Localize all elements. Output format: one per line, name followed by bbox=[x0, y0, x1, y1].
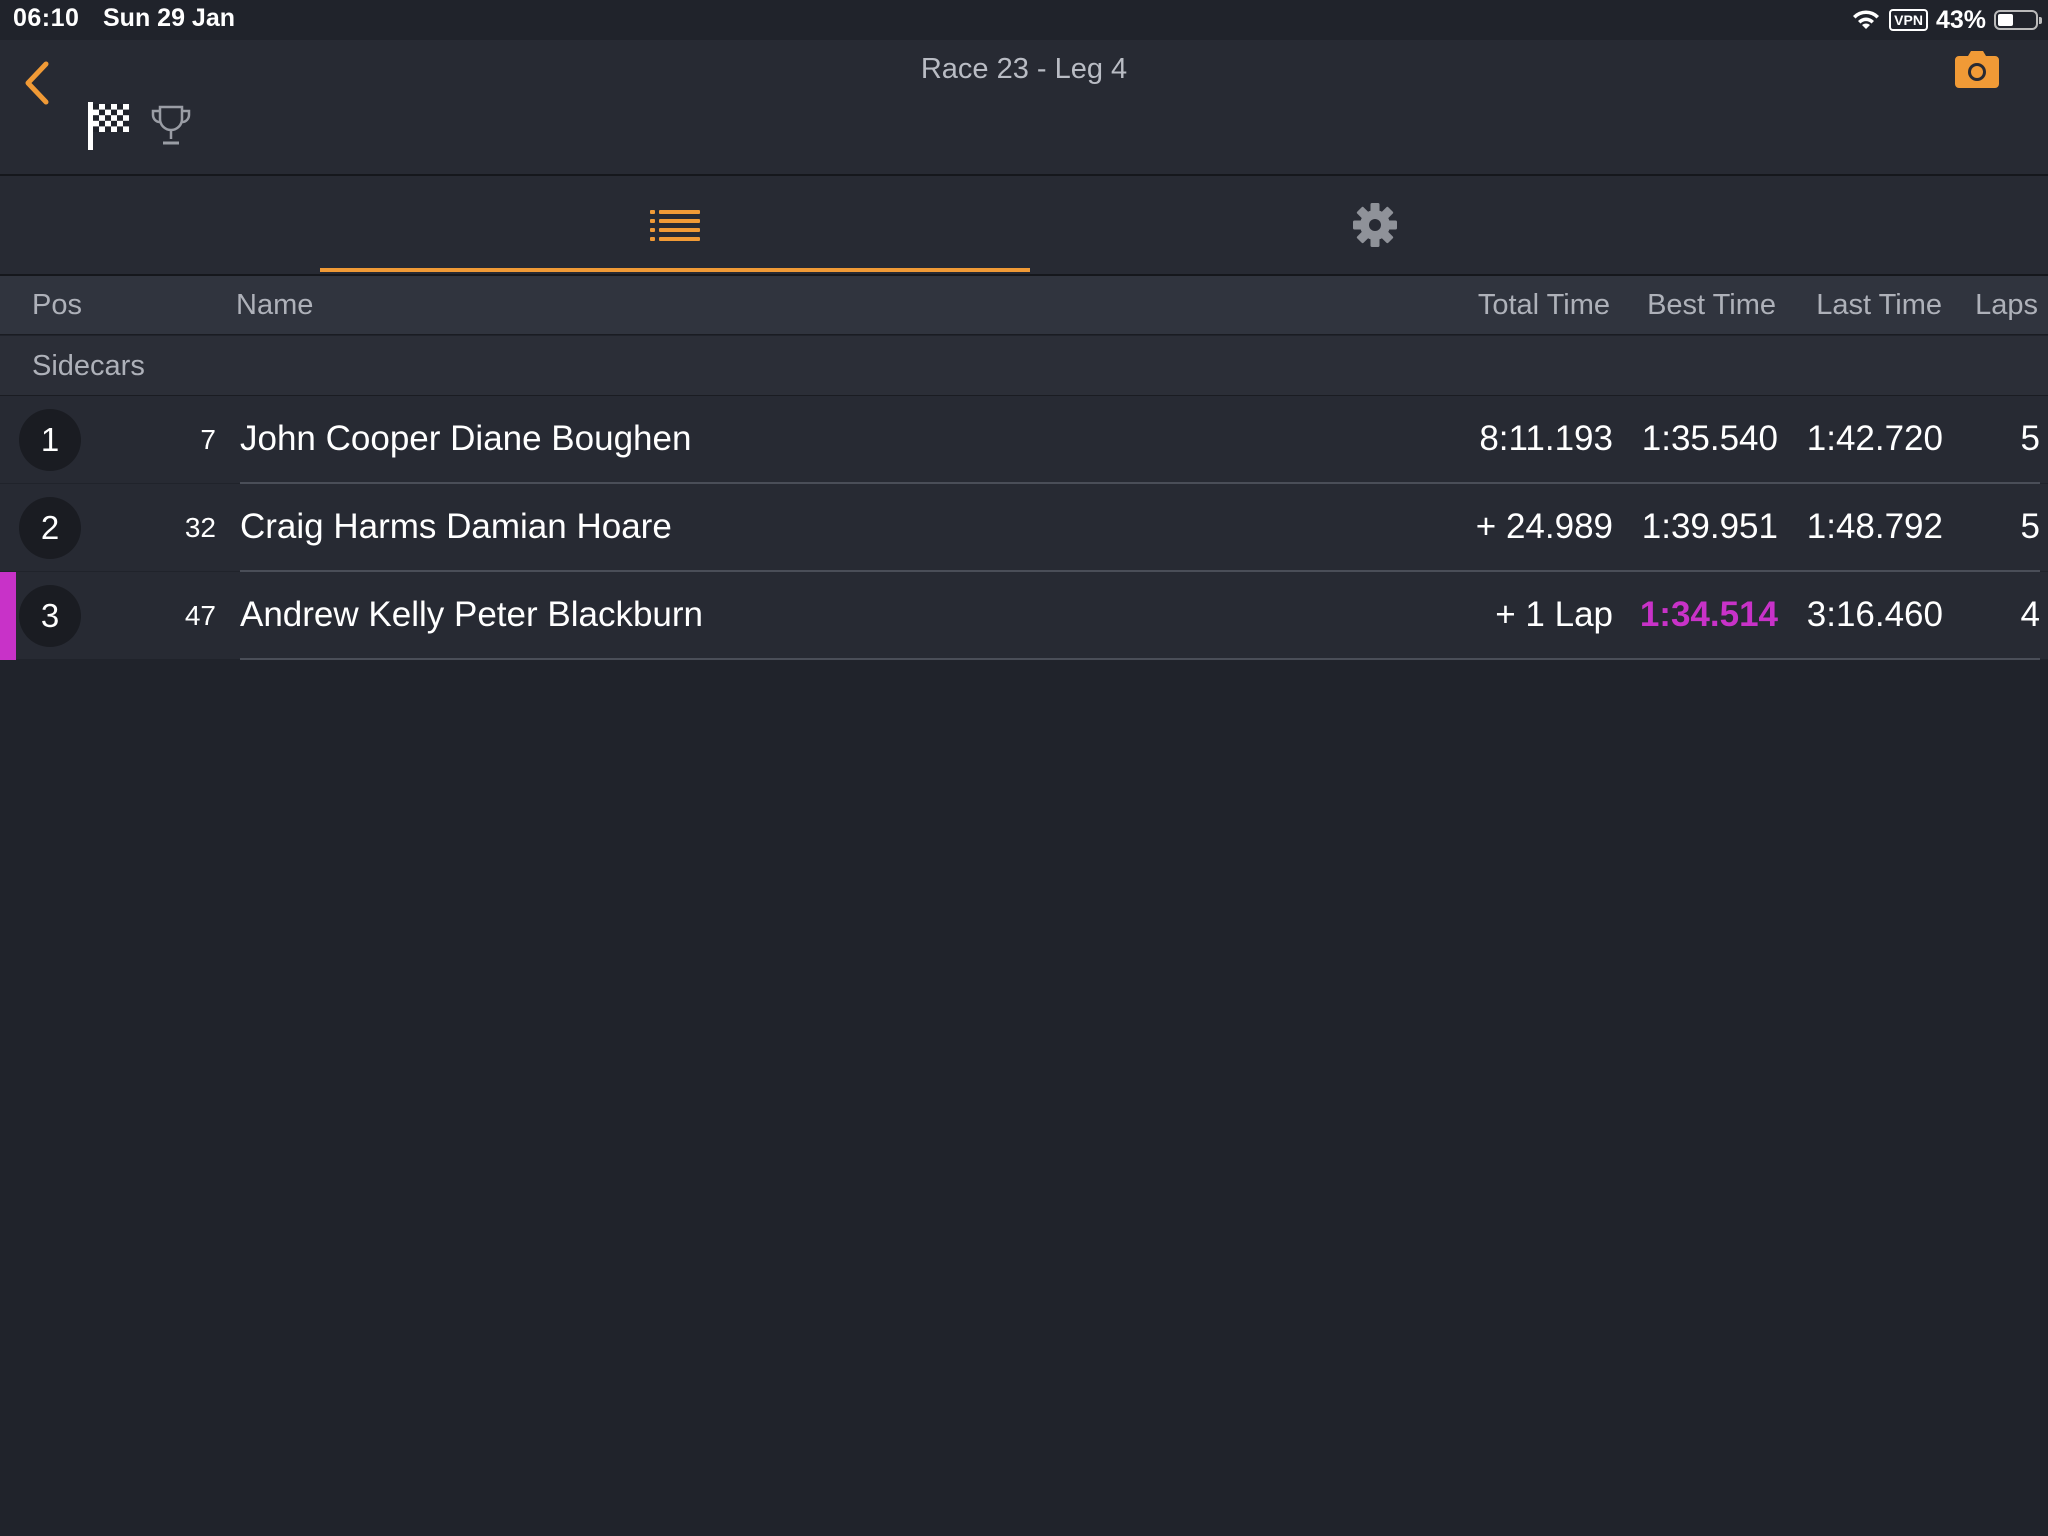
battery-icon bbox=[1994, 10, 2042, 30]
competitor-number: 47 bbox=[184, 600, 216, 631]
status-indicators: VPN 43% bbox=[1851, 4, 2042, 36]
position-badge: 3 bbox=[19, 585, 81, 647]
trophy-icon bbox=[151, 105, 191, 145]
competitor-name: Andrew Kelly Peter Blackburn bbox=[240, 595, 703, 634]
total-time: 8:11.193 bbox=[1479, 419, 1613, 458]
laps: 5 bbox=[2020, 507, 2040, 546]
gear-icon bbox=[1353, 203, 1397, 247]
camera-button[interactable] bbox=[1954, 50, 2000, 90]
tab-settings[interactable] bbox=[1030, 176, 1720, 274]
page-title: Race 23 - Leg 4 bbox=[920, 53, 1128, 85]
vpn-badge: VPN bbox=[1889, 9, 1928, 31]
competitor-name: John Cooper Diane Boughen bbox=[240, 419, 692, 458]
last-time: 3:16.460 bbox=[1806, 595, 1943, 634]
battery-percent: 43% bbox=[1935, 5, 1986, 34]
camera-icon bbox=[1955, 51, 1999, 88]
column-laps: Laps bbox=[1975, 289, 2038, 321]
active-tab-indicator bbox=[320, 268, 1030, 272]
competitor-number: 32 bbox=[184, 512, 216, 543]
best-time: 1:39.951 bbox=[1641, 507, 1778, 546]
position-badge: 1 bbox=[19, 409, 81, 471]
fastest-lap-indicator bbox=[0, 572, 16, 660]
column-total-time: Total Time bbox=[1477, 289, 1610, 321]
class-group-label: Sidecars bbox=[32, 350, 145, 382]
total-time: + 24.989 bbox=[1475, 507, 1613, 546]
competitor-name: Craig Harms Damian Hoare bbox=[240, 507, 672, 546]
trophy-button[interactable] bbox=[148, 103, 194, 149]
column-pos: Pos bbox=[32, 289, 82, 321]
position-badge: 2 bbox=[19, 497, 81, 559]
column-last-time: Last Time bbox=[1816, 289, 1942, 321]
list-icon bbox=[650, 210, 700, 241]
tab-results-list[interactable] bbox=[320, 176, 1030, 274]
best-time: 1:35.540 bbox=[1641, 419, 1778, 458]
best-time-fastest: 1:34.514 bbox=[1639, 595, 1778, 634]
column-name: Name bbox=[236, 289, 314, 321]
laps: 4 bbox=[2020, 595, 2040, 634]
status-date: Sun 29 Jan bbox=[103, 4, 235, 32]
total-time: + 1 Lap bbox=[1495, 595, 1613, 634]
last-time: 1:42.720 bbox=[1806, 419, 1943, 458]
laps: 5 bbox=[2020, 419, 2040, 458]
row-divider bbox=[240, 658, 2040, 660]
last-time: 1:48.792 bbox=[1806, 507, 1943, 546]
competitor-number: 7 bbox=[200, 424, 216, 455]
status-time: 06:10 bbox=[13, 4, 80, 32]
class-group-header bbox=[0, 336, 2048, 396]
results-flag-button[interactable] bbox=[86, 100, 132, 152]
column-best-time: Best Time bbox=[1647, 289, 1776, 321]
checkered-flag-icon bbox=[88, 102, 129, 150]
wifi-icon bbox=[1853, 10, 1880, 29]
